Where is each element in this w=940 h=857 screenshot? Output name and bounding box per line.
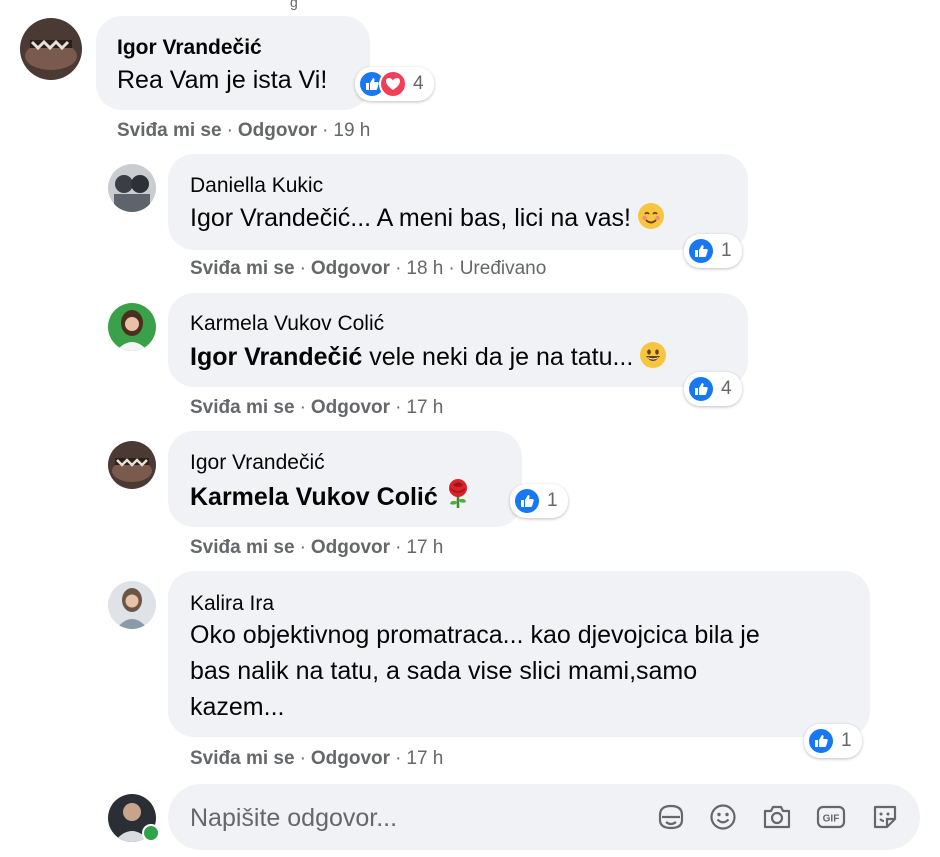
comment-text-content: vele neki da je na tatu... [362,343,634,371]
gif-icon[interactable]: GIF [814,800,848,834]
reaction-count: 4 [721,378,732,399]
reply-input[interactable] [188,798,622,838]
comment-text: Igor Vrandečić vele neki da je na tatu..… [190,339,667,379]
reaction-summary[interactable]: 4 [684,372,742,406]
comment-time[interactable]: 17 h [406,397,443,418]
comment-text: Rea Vam je ista Vi! [117,66,328,94]
comment-actions: Sviđa mi se · Odgovor · 17 h [190,397,444,418]
reaction-count: 4 [413,73,424,94]
comment-time[interactable]: 17 h [406,537,443,558]
avatar[interactable] [108,581,156,629]
reaction-count: 1 [841,730,852,751]
like-action[interactable]: Sviđa mi se [190,258,295,279]
comment-author[interactable]: Igor Vrandečić [117,36,262,60]
comment-time[interactable]: 19 h [333,120,370,141]
reply-action[interactable]: Odgovor [238,120,317,141]
like-action[interactable]: Sviđa mi se [190,537,295,558]
reply-action[interactable]: Odgovor [311,258,390,279]
avatar[interactable] [108,164,156,212]
previous-comment-remnant: g [290,0,298,10]
sticker-icon[interactable] [868,800,902,834]
reply-action[interactable]: Odgovor [311,537,390,558]
reply-action[interactable]: Odgovor [311,748,390,769]
camera-icon[interactable] [760,800,794,834]
comment-actions: Sviđa mi se · Odgovor · 17 h [190,748,444,769]
avatar[interactable] [20,18,82,80]
comment-actions: Sviđa mi se · Odgovor · 19 h [117,120,371,141]
reaction-count: 1 [721,240,732,261]
reaction-count: 1 [547,490,558,511]
mention-link[interactable]: Karmela Vukov Colić [190,483,438,511]
reaction-summary[interactable]: 1 [684,234,742,268]
comment-author[interactable]: Daniella Kukic [190,174,323,198]
comment-actions: Sviđa mi se · Odgovor · 17 h [190,537,444,558]
svg-text:GIF: GIF [823,814,840,825]
like-reaction-icon [687,375,715,403]
reply-action[interactable]: Odgovor [311,397,390,418]
like-action[interactable]: Sviđa mi se [190,397,295,418]
comment-text: Igor Vrandečić... A meni bas, lici na va… [190,200,665,240]
comment-author[interactable]: Karmela Vukov Colić [190,312,384,336]
edited-label[interactable]: Uređivano [460,258,547,279]
like-action[interactable]: Sviđa mi se [190,748,295,769]
comment-text: Karmela Vukov Colić [190,477,472,519]
reaction-summary[interactable]: 1 [804,724,862,758]
comment-time[interactable]: 18 h [406,258,443,279]
avatar[interactable] [108,441,156,489]
comment-author[interactable]: Igor Vrandečić [190,451,325,475]
comment-author[interactable]: Kalira Ira [190,592,274,616]
like-reaction-icon [513,487,541,515]
avatar[interactable] [108,303,156,351]
comment-text-line: kazem... [190,693,285,721]
smiling-face-icon [637,202,665,240]
comment-text-line: bas nalik na tatu, a sada vise slici mam… [190,657,698,685]
grinning-face-icon [639,341,667,379]
comment-time[interactable]: 17 h [406,748,443,769]
emoji-icon[interactable] [706,800,740,834]
like-reaction-icon [807,727,835,755]
reaction-summary[interactable]: 4 [355,67,434,101]
comment-text-content: Igor Vrandečić... A meni bas, lici na va… [190,204,631,232]
rose-icon [444,477,472,519]
reply-composer: GIF [168,784,920,850]
comment-actions: Sviđa mi se · Odgovor · 18 h · Uređivano [190,258,547,279]
mention-link[interactable]: Igor Vrandečić [190,343,362,371]
sticker-face-icon[interactable] [654,800,688,834]
love-reaction-icon [379,70,407,98]
comment-text-line: Oko objektivnog promatraca... kao djevoj… [190,621,760,649]
like-action[interactable]: Sviđa mi se [117,120,222,141]
online-status-indicator [142,824,160,842]
reaction-summary[interactable]: 1 [510,484,568,518]
like-reaction-icon [687,237,715,265]
